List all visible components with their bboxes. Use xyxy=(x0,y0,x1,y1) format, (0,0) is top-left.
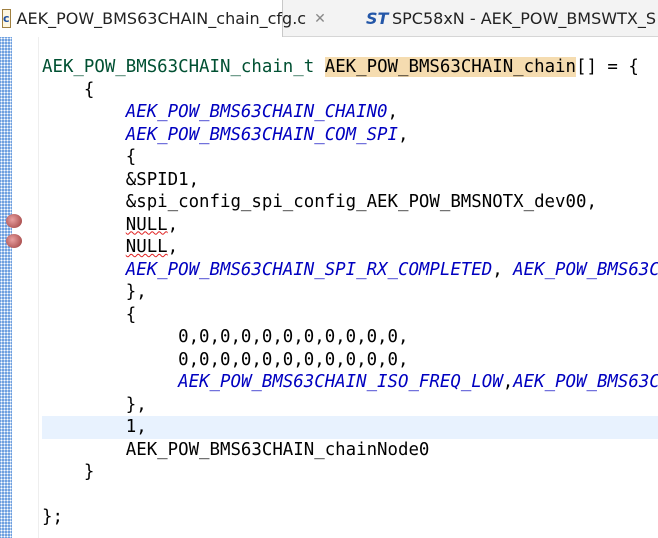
overview-ruler[interactable] xyxy=(0,37,12,538)
code-line: NULL, xyxy=(125,237,179,257)
c-file-icon: c xyxy=(2,9,11,28)
breakpoint-bug-icon[interactable] xyxy=(6,234,22,248)
code-line: NULL, xyxy=(125,214,179,235)
spelling-error: NULL xyxy=(125,237,168,257)
code-line: { xyxy=(42,304,137,325)
tab-spc58xn[interactable]: ST SPC58xN - AEK_POW_BMSWTX_S xyxy=(284,0,656,36)
editor-gutter xyxy=(6,37,39,538)
tab-label: AEK_POW_BMS63CHAIN_chain_cfg.c xyxy=(16,9,307,28)
code-token: AEK_POW_BMS63C xyxy=(513,372,658,392)
tab-chain-cfg[interactable]: c AEK_POW_BMS63CHAIN_chain_cfg.c ✕ xyxy=(0,0,326,37)
highlighted-identifier: AEK_POW_BMS63CHAIN_chain xyxy=(324,57,576,77)
editor-tab-bar: c AEK_POW_BMS63CHAIN_chain_cfg.c ✕ ST SP… xyxy=(0,0,658,37)
spelling-error: NULL xyxy=(125,214,168,235)
code-line: { xyxy=(42,147,137,167)
code-line: AEK_POW_BMS63CHAIN_chainNode0 xyxy=(42,439,430,460)
code-token: AEK_POW_BMS63CHAIN_SPI_RX_COMPLETED xyxy=(125,259,493,280)
code-line: AEK_POW_BMS63CHAIN_ISO_FREQ_LOW,AEK_POW_… xyxy=(178,372,658,392)
code-editor[interactable]: AEK_POW_BMS63CHAIN_chain_t AEK_POW_BMS63… xyxy=(42,56,658,529)
code-line: 0,0,0,0,0,0,0,0,0,0,0, xyxy=(42,327,409,347)
code-line: } xyxy=(42,462,95,482)
code-line: &SPID1, xyxy=(42,169,200,190)
code-token: AEK_POW_BMS63CHAIN_ISO_FREQ_LOW xyxy=(178,372,503,392)
code-line: }, xyxy=(42,394,147,415)
code-token: AEK_POW_BMS63CHAIN_CHAIN0 xyxy=(125,102,388,122)
code-line: AEK_POW_BMS63CHAIN_COM_SPI, xyxy=(125,124,409,145)
code-token: AEK_POW_BMS63C xyxy=(513,259,658,280)
code-token: AEK_POW_BMS63CHAIN_COM_SPI xyxy=(125,124,398,145)
st-logo-icon: ST xyxy=(366,9,389,28)
code-line: AEK_POW_BMS63CHAIN_SPI_RX_COMPLETED, AEK… xyxy=(125,259,658,280)
code-line: AEK_POW_BMS63CHAIN_CHAIN0, xyxy=(125,102,399,122)
tab-label: SPC58xN - AEK_POW_BMSWTX_S xyxy=(392,8,656,28)
code-line: AEK_POW_BMS63CHAIN_chain_t AEK_POW_BMS63… xyxy=(42,56,658,79)
code-line: }, xyxy=(42,282,147,302)
code-line: }; xyxy=(42,507,63,527)
current-code-line: 1, xyxy=(42,416,658,439)
type-name: AEK_POW_BMS63CHAIN_chain_t xyxy=(42,57,315,77)
code-line: 0,0,0,0,0,0,0,0,0,0,0, xyxy=(42,349,409,370)
breakpoint-bug-icon[interactable] xyxy=(6,214,22,228)
code-line: &spi_config_spi_config_AEK_POW_BMSNOTX_d… xyxy=(42,192,597,212)
code-token: [] = { xyxy=(576,57,639,77)
code-line: { xyxy=(42,79,95,100)
